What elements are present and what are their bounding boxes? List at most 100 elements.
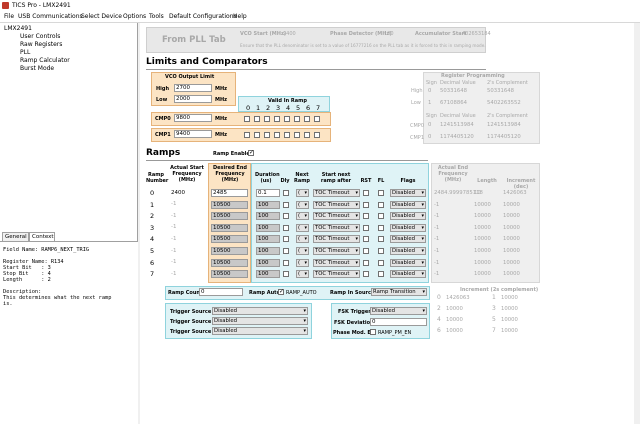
menu-usb-communications[interactable]: USB Communications xyxy=(18,13,83,20)
ramp-1-start-next-select[interactable]: TOC Timeout xyxy=(313,200,360,209)
ramp-2-dly-checkbox[interactable] xyxy=(283,213,289,220)
ramp-1-fl-checkbox[interactable] xyxy=(378,201,384,208)
ramp-5-rst-checkbox[interactable] xyxy=(363,248,369,254)
ramp-6-duration-input[interactable]: 100 xyxy=(256,258,280,267)
ramp-4-next-ramp-select[interactable]: ( xyxy=(296,235,309,244)
cmp0-input[interactable]: 9800 xyxy=(174,114,212,122)
ramp-4-fl-checkbox[interactable] xyxy=(378,236,384,243)
ramp-1-flags-select[interactable]: Disabled xyxy=(390,200,426,209)
ramp-2-flags-select[interactable]: Disabled xyxy=(390,212,426,221)
menu-default-configurations[interactable]: Default Configurations xyxy=(169,13,237,20)
cmp0-valid-ramp-5-checkbox[interactable] xyxy=(294,116,300,122)
cmp0-valid-ramp-0-checkbox[interactable] xyxy=(244,116,250,122)
low-limit-input[interactable]: 2000 xyxy=(174,95,212,103)
ramp-0-rst-checkbox[interactable] xyxy=(363,190,369,196)
menu-options[interactable]: Options xyxy=(123,13,146,20)
menu-tools[interactable]: Tools xyxy=(149,13,164,20)
tree-item-burst-mode[interactable]: Burst Mode xyxy=(20,65,54,72)
cmp1-valid-ramp-0-checkbox[interactable] xyxy=(244,132,250,138)
trigger-a-select[interactable]: Disabled xyxy=(212,307,308,315)
ramp-0-desired-end-input[interactable]: 2485 xyxy=(211,189,248,197)
ramp-5-next-ramp-select[interactable]: ( xyxy=(296,247,309,255)
fsk-trigger-select[interactable]: Disabled xyxy=(370,307,427,315)
trigger-c-select[interactable]: Disabled xyxy=(212,327,308,335)
ramp-7-rst-checkbox[interactable] xyxy=(363,271,369,278)
cmp1-valid-ramp-5-checkbox[interactable] xyxy=(294,132,300,138)
ramp-count-input[interactable]: 0 xyxy=(199,288,243,296)
ramp-5-fl-checkbox[interactable] xyxy=(378,248,384,254)
ramp-7-fl-checkbox[interactable] xyxy=(378,271,384,278)
ramp-4-flags-select[interactable]: Disabled xyxy=(390,235,426,244)
tree-root[interactable]: LMX2491 xyxy=(4,25,32,32)
ramp-0-fl-checkbox[interactable] xyxy=(378,190,384,196)
cmp1-valid-ramp-2-checkbox[interactable] xyxy=(264,132,270,138)
ramp-4-rst-checkbox[interactable] xyxy=(363,236,369,243)
ramp-7-dly-checkbox[interactable] xyxy=(283,271,289,278)
ramp-3-rst-checkbox[interactable] xyxy=(363,224,369,231)
ramp-5-flags-select[interactable]: Disabled xyxy=(390,247,426,255)
ramp-7-next-ramp-select[interactable]: ( xyxy=(296,270,309,279)
ramp-6-desired-end-input[interactable]: 10500 xyxy=(211,258,248,267)
cmp1-valid-ramp-6-checkbox[interactable] xyxy=(304,132,310,138)
tree-item-raw-registers[interactable]: Raw Registers xyxy=(20,41,62,48)
ramp-6-flags-select[interactable]: Disabled xyxy=(390,258,426,267)
ramp-5-desired-end-input[interactable]: 10500 xyxy=(211,247,248,255)
ramp-2-duration-input[interactable]: 100 xyxy=(256,212,280,221)
ramp-6-dly-checkbox[interactable] xyxy=(283,259,289,266)
phase-mod-checkbox[interactable] xyxy=(370,329,376,335)
cmp0-valid-ramp-4-checkbox[interactable] xyxy=(284,116,290,122)
ramp-4-duration-input[interactable]: 100 xyxy=(256,235,280,244)
ramp-0-start-next-select[interactable]: TOC Timeout xyxy=(313,189,360,197)
ramp-6-rst-checkbox[interactable] xyxy=(363,259,369,266)
cmp1-valid-ramp-3-checkbox[interactable] xyxy=(274,132,280,138)
ramp-2-desired-end-input[interactable]: 10500 xyxy=(211,212,248,221)
ramp-enable-checkbox[interactable] xyxy=(248,149,254,156)
ramp-4-desired-end-input[interactable]: 10500 xyxy=(211,235,248,244)
ramp-5-start-next-select[interactable]: TOC Timeout xyxy=(313,247,360,255)
ramp-0-duration-input[interactable]: 0.1 xyxy=(256,189,280,197)
ramp-1-rst-checkbox[interactable] xyxy=(363,201,369,208)
ramp-3-duration-input[interactable]: 100 xyxy=(256,223,280,232)
ramp-auto-checkbox[interactable] xyxy=(278,288,284,295)
ramp-2-rst-checkbox[interactable] xyxy=(363,213,369,220)
ramp-3-desired-end-input[interactable]: 10500 xyxy=(211,223,248,232)
ramp-in-source-select[interactable]: Ramp Transition xyxy=(371,288,427,296)
ramp-4-start-next-select[interactable]: TOC Timeout xyxy=(313,235,360,244)
tab-general[interactable]: General xyxy=(2,232,29,241)
tab-context[interactable]: Context xyxy=(29,232,55,241)
cmp1-valid-ramp-1-checkbox[interactable] xyxy=(254,132,260,138)
ramp-3-next-ramp-select[interactable]: ( xyxy=(296,223,309,232)
ramp-7-start-next-select[interactable]: TOC Timeout xyxy=(313,270,360,279)
ramp-1-next-ramp-select[interactable]: ( xyxy=(296,200,309,209)
ramp-5-duration-input[interactable]: 100 xyxy=(256,247,280,255)
trigger-b-select[interactable]: Disabled xyxy=(212,317,308,325)
ramp-7-desired-end-input[interactable]: 10500 xyxy=(211,270,248,279)
tree-item-pll[interactable]: PLL xyxy=(20,49,30,56)
menu-select-device[interactable]: Select Device xyxy=(81,13,122,20)
ramp-3-start-next-select[interactable]: TOC Timeout xyxy=(313,223,360,232)
ramp-2-start-next-select[interactable]: TOC Timeout xyxy=(313,212,360,221)
vertical-scrollbar[interactable] xyxy=(634,23,640,424)
ramp-1-duration-input[interactable]: 100 xyxy=(256,200,280,209)
cmp0-valid-ramp-1-checkbox[interactable] xyxy=(254,116,260,122)
cmp0-valid-ramp-6-checkbox[interactable] xyxy=(304,116,310,122)
ramp-3-fl-checkbox[interactable] xyxy=(378,224,384,231)
cmp0-valid-ramp-2-checkbox[interactable] xyxy=(264,116,270,122)
ramp-3-dly-checkbox[interactable] xyxy=(283,224,289,231)
cmp0-valid-ramp-7-checkbox[interactable] xyxy=(314,116,320,122)
cmp1-input[interactable]: 9400 xyxy=(174,130,212,138)
fsk-deviation-input[interactable]: 0 xyxy=(370,318,427,326)
menu-file[interactable]: File xyxy=(4,13,14,20)
ramp-0-next-ramp-select[interactable]: ( xyxy=(296,189,309,197)
ramp-0-flags-select[interactable]: Disabled xyxy=(390,189,426,197)
ramp-5-dly-checkbox[interactable] xyxy=(283,248,289,254)
tree-item-user-controls[interactable]: User Controls xyxy=(20,33,60,40)
ramp-4-dly-checkbox[interactable] xyxy=(283,236,289,243)
cmp1-valid-ramp-4-checkbox[interactable] xyxy=(284,132,290,138)
ramp-0-dly-checkbox[interactable] xyxy=(283,190,289,196)
ramp-6-fl-checkbox[interactable] xyxy=(378,259,384,266)
cmp0-valid-ramp-3-checkbox[interactable] xyxy=(274,116,280,122)
ramp-2-fl-checkbox[interactable] xyxy=(378,213,384,220)
ramp-1-desired-end-input[interactable]: 10500 xyxy=(211,200,248,209)
ramp-3-flags-select[interactable]: Disabled xyxy=(390,223,426,232)
